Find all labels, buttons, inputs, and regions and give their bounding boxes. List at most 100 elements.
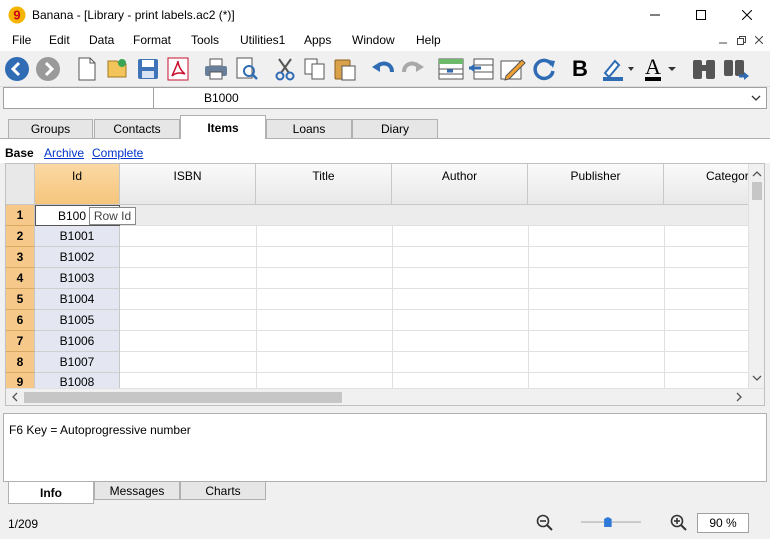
recalculate-button[interactable] xyxy=(530,54,558,84)
table-row[interactable] xyxy=(120,268,750,289)
table-cell-id[interactable]: B1001 xyxy=(35,226,120,247)
open-button[interactable] xyxy=(103,54,131,84)
save-button[interactable] xyxy=(134,54,162,84)
row-number[interactable]: 4 xyxy=(6,268,35,289)
highlight-icon xyxy=(603,59,634,81)
tab-loans[interactable]: Loans xyxy=(266,119,352,138)
table-cell-id[interactable]: B1002 xyxy=(35,247,120,268)
menu-format[interactable]: Format xyxy=(133,33,171,47)
delete-row-icon xyxy=(469,58,494,80)
tab-items[interactable]: Items xyxy=(180,115,266,139)
menu-window[interactable]: Window xyxy=(352,33,395,47)
tab-diary[interactable]: Diary xyxy=(352,119,438,138)
view-complete-link[interactable]: Complete xyxy=(92,146,143,160)
zoom-out-button[interactable] xyxy=(536,514,554,532)
table-cell-id[interactable]: B1003 xyxy=(35,268,120,289)
column-header-publisher[interactable]: Publisher xyxy=(528,164,664,205)
table-row[interactable] xyxy=(120,310,750,331)
table-row[interactable] xyxy=(120,247,750,268)
undo-button[interactable] xyxy=(369,54,397,84)
row-number[interactable]: 1 xyxy=(6,205,35,226)
close-icon xyxy=(755,36,763,44)
table-row[interactable] xyxy=(120,226,750,247)
cut-icon xyxy=(275,58,295,81)
new-button[interactable] xyxy=(73,54,101,84)
add-row-icon xyxy=(438,58,464,80)
row-number[interactable]: 5 xyxy=(6,289,35,310)
edit-button[interactable] xyxy=(499,54,527,84)
back-button[interactable] xyxy=(3,54,31,84)
tab-contacts[interactable]: Contacts xyxy=(94,119,180,138)
table-row[interactable] xyxy=(120,205,750,226)
bold-button[interactable]: B xyxy=(566,54,594,84)
cut-button[interactable] xyxy=(271,54,299,84)
copy-icon xyxy=(304,58,325,80)
cell-name-box[interactable] xyxy=(4,88,154,108)
mdi-close-button[interactable] xyxy=(752,33,766,47)
table-cell-id[interactable]: B1004 xyxy=(35,289,120,310)
chevron-down-icon[interactable] xyxy=(750,92,762,104)
row-number[interactable]: 3 xyxy=(6,247,35,268)
add-row-button[interactable] xyxy=(437,54,465,84)
delete-row-button[interactable] xyxy=(467,54,495,84)
menu-data[interactable]: Data xyxy=(89,33,114,47)
column-header-isbn[interactable]: ISBN xyxy=(120,164,256,205)
pdf-icon xyxy=(167,57,189,81)
tab-messages[interactable]: Messages xyxy=(94,482,180,500)
mdi-minimize-button[interactable] xyxy=(716,33,730,47)
minimize-button[interactable] xyxy=(632,0,678,30)
paste-icon xyxy=(334,59,356,81)
find-next-button[interactable] xyxy=(722,54,750,84)
copy-button[interactable] xyxy=(301,54,329,84)
row-number[interactable]: 9 xyxy=(6,373,35,389)
table-row[interactable] xyxy=(120,331,750,352)
row-number[interactable]: 8 xyxy=(6,352,35,373)
vertical-scrollbar[interactable] xyxy=(748,164,764,389)
view-archive-link[interactable]: Archive xyxy=(44,146,84,160)
table-cell-id[interactable]: B1008 xyxy=(35,373,120,389)
vertical-scrollbar-track xyxy=(752,171,762,381)
menu-utilities[interactable]: Utilities1 xyxy=(240,33,285,47)
table-cell-id[interactable]: B1007 xyxy=(35,352,120,373)
redo-button[interactable] xyxy=(399,54,427,84)
view-base[interactable]: Base xyxy=(5,146,34,160)
menu-file[interactable]: File xyxy=(12,33,31,47)
close-button[interactable] xyxy=(724,0,770,30)
column-header-title[interactable]: Title xyxy=(256,164,392,205)
table-row[interactable] xyxy=(120,289,750,310)
print-preview-button[interactable] xyxy=(233,54,261,84)
table-cell-id[interactable]: B1005 xyxy=(35,310,120,331)
menu-tools[interactable]: Tools xyxy=(191,33,219,47)
mdi-restore-button[interactable] xyxy=(734,33,748,47)
table-cell-id[interactable]: B1006 xyxy=(35,331,120,352)
row-number[interactable]: 6 xyxy=(6,310,35,331)
row-number[interactable]: 2 xyxy=(6,226,35,247)
pdf-button[interactable] xyxy=(164,54,192,84)
menu-edit[interactable]: Edit xyxy=(49,33,70,47)
zoom-slider[interactable] xyxy=(563,517,659,527)
zoom-in-button[interactable] xyxy=(670,514,688,532)
bold-icon: B xyxy=(572,56,588,81)
print-button[interactable] xyxy=(202,54,230,84)
paste-button[interactable] xyxy=(331,54,359,84)
row-number[interactable]: 7 xyxy=(6,331,35,352)
menu-apps[interactable]: Apps xyxy=(304,33,331,47)
font-color-button[interactable]: A xyxy=(641,54,681,84)
zoom-level-field[interactable]: 90 % xyxy=(697,513,749,533)
horizontal-scrollbar[interactable] xyxy=(6,388,764,405)
column-header-category[interactable]: Categor xyxy=(664,164,750,205)
tab-groups[interactable]: Groups xyxy=(8,119,93,138)
cell-value-input[interactable]: B1000 xyxy=(204,91,239,105)
forward-button[interactable] xyxy=(34,54,62,84)
tab-info[interactable]: Info xyxy=(8,482,94,504)
table-row[interactable] xyxy=(120,352,750,373)
tab-charts[interactable]: Charts xyxy=(180,482,266,500)
find-button[interactable] xyxy=(690,54,718,84)
highlight-button[interactable] xyxy=(600,54,636,84)
column-header-author[interactable]: Author xyxy=(392,164,528,205)
maximize-button[interactable] xyxy=(678,0,724,30)
minimize-icon xyxy=(650,14,660,16)
column-header-id[interactable]: Id xyxy=(35,164,120,205)
menu-help[interactable]: Help xyxy=(416,33,441,47)
minimize-icon xyxy=(719,42,727,44)
